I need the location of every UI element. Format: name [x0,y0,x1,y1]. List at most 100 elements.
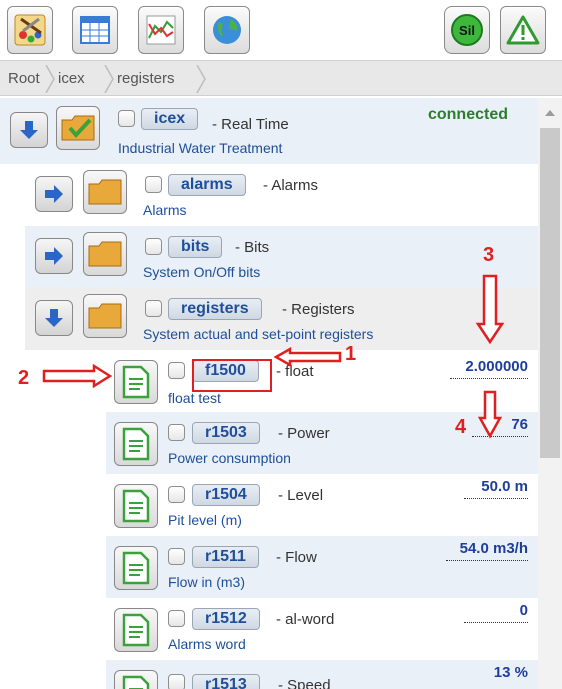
svg-text:Sil: Sil [459,23,475,38]
arrow-down-icon [45,309,63,327]
node-description: Alarms [143,202,187,218]
tag-button-r1511[interactable]: r1511 [192,546,259,568]
paint-palette-button[interactable] [7,6,53,54]
sil-button[interactable]: Sil [444,6,490,54]
register-value[interactable]: 54.0 m3/h [460,540,528,557]
tag-button-icex[interactable]: icex [141,108,199,130]
annotation-label-4: 4 [455,416,467,438]
node-description: float test [168,390,221,406]
node-title: - Power [278,425,330,442]
arrow-right-icon [45,247,63,265]
tag-button-r1513[interactable]: r1513 [192,674,260,689]
scroll-up-icon[interactable] [545,110,555,116]
sil-icon: Sil [451,14,483,46]
collapse-button[interactable] [35,300,73,336]
value-underline [450,378,528,379]
node-description: System actual and set-point registers [143,326,374,342]
node-title: - Registers [282,301,355,318]
node-title: - Real Time [212,116,289,133]
node-title: - Speed [278,677,331,689]
node-title: - Flow [276,549,317,566]
annotation-label-3: 3 [483,244,495,266]
tree-node-r1511: r1511 - Flow Flow in (m3) 54.0 m3/h [106,536,538,598]
select-checkbox[interactable] [118,110,135,127]
select-checkbox[interactable] [145,176,162,193]
breadcrumb-registers[interactable]: registers [117,70,175,87]
warning-icon [506,15,540,45]
vertical-scrollbar[interactable] [538,98,562,689]
tag-button-registers[interactable]: registers [168,298,262,320]
breadcrumb-root[interactable]: Root [8,70,40,87]
select-checkbox[interactable] [168,362,185,379]
tree-node-registers: registers - Registers System actual and … [25,288,538,350]
tag-button-alarms[interactable]: alarms [168,174,246,196]
globe-icon [213,16,241,44]
node-title: - Bits [235,239,270,256]
tag-button-r1503[interactable]: r1503 [192,422,260,444]
node-description: Industrial Water Treatment [118,140,283,156]
table-grid-button[interactable] [72,6,118,54]
register-value[interactable]: 2.000000 [465,358,528,375]
document-icon[interactable] [114,670,158,689]
node-description: Alarms word [168,636,246,652]
breadcrumb: Root icex registers [0,60,562,96]
tree-node-r1503: r1503 - Power Power consumption 76 [106,412,538,474]
toolbar: Sil [0,0,562,60]
document-icon[interactable] [114,422,158,466]
value-underline [446,560,528,561]
scroll-thumb[interactable] [540,128,560,458]
document-icon[interactable] [114,608,158,652]
tree-view: icex - Real Time Industrial Water Treatm… [0,98,538,689]
register-value[interactable]: 50.0 m [481,478,528,495]
tree-node-r1512: r1512 - al-word Alarms word 0 [106,598,538,660]
register-value[interactable]: 0 [520,602,528,619]
tree-node-icex: icex - Real Time Industrial Water Treatm… [0,98,538,164]
highlight-box-f1500 [192,359,272,392]
tree-node-r1513: r1513 - Speed 13 % [106,660,538,689]
folder-icon[interactable] [83,170,127,214]
tag-button-bits[interactable]: bits [168,236,223,258]
value-underline [464,498,528,499]
tag-button-r1504[interactable]: r1504 [192,484,260,506]
select-checkbox[interactable] [168,548,185,565]
select-checkbox[interactable] [145,300,162,317]
register-value[interactable]: 13 % [494,664,528,681]
folder-icon[interactable] [83,294,127,338]
tree-node-alarms: alarms - Alarms Alarms [25,164,538,226]
warning-button[interactable] [500,6,546,54]
node-description: System On/Off bits [143,264,261,280]
value-underline [464,622,528,623]
breadcrumb-icex[interactable]: icex [58,70,85,87]
select-checkbox[interactable] [168,486,185,503]
breadcrumb-separator-icon [45,65,55,93]
table-grid-icon [80,16,110,44]
chart-icon [146,15,176,45]
select-checkbox[interactable] [168,674,185,689]
expand-button[interactable] [35,238,73,274]
folder-checked-icon[interactable] [56,106,100,150]
arrow-right-icon [45,185,63,203]
document-icon[interactable] [114,360,158,404]
tree-node-f1500: f1500 - float float test 2.000000 [106,350,538,412]
select-checkbox[interactable] [168,610,185,627]
folder-icon[interactable] [83,232,127,276]
annotation-label-1: 1 [345,343,357,365]
chart-button[interactable] [138,6,184,54]
node-title: - float [276,363,314,380]
select-checkbox[interactable] [145,238,162,255]
tag-button-r1512[interactable]: r1512 [192,608,260,630]
paint-palette-icon [14,14,46,46]
document-icon[interactable] [114,484,158,528]
globe-button[interactable] [204,6,250,54]
node-title: - Alarms [263,177,319,194]
expand-button[interactable] [35,176,73,212]
node-title: - Level [278,487,324,504]
node-description: Flow in (m3) [168,574,246,590]
select-checkbox[interactable] [168,424,185,441]
document-icon[interactable] [114,546,158,590]
breadcrumb-separator-icon [196,65,206,93]
arrow-down-icon [20,121,38,139]
register-value[interactable]: 76 [511,416,528,433]
collapse-button[interactable] [10,112,48,148]
connection-status: connected [427,106,508,123]
